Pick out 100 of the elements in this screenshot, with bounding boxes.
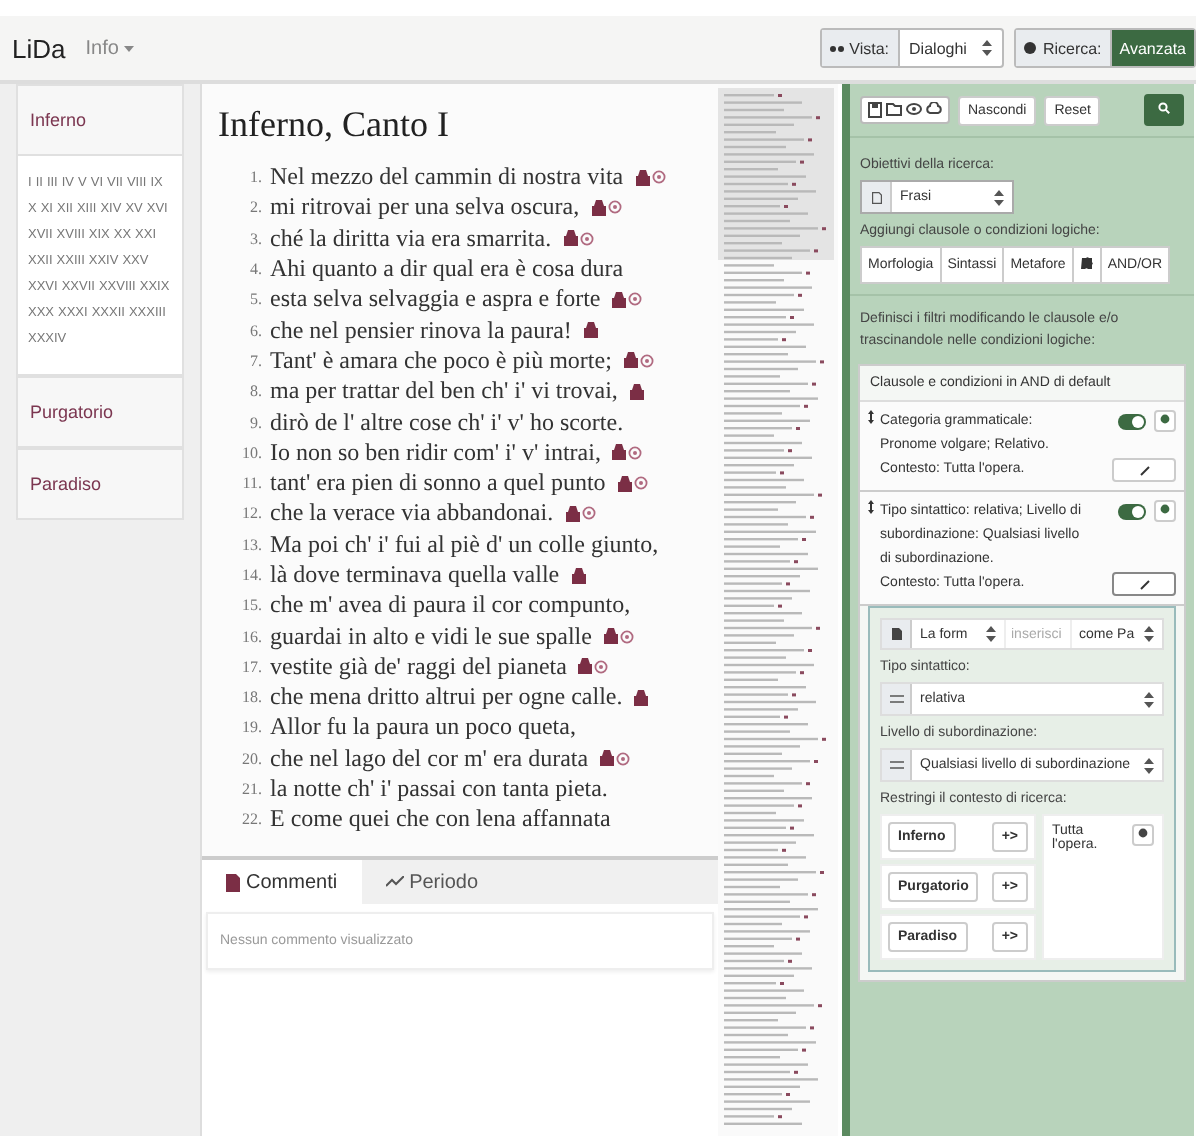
drag-handle-icon[interactable] [868, 410, 874, 424]
stamp-icon[interactable] [583, 322, 598, 339]
verse-number: 15. [240, 596, 262, 615]
verse-number: 20. [240, 749, 262, 768]
verse-number: 5. [248, 290, 262, 309]
stamp-icon[interactable] [603, 628, 618, 645]
select-arrows-icon [1144, 757, 1154, 773]
stamp-icon[interactable] [578, 658, 593, 675]
select-arrows-icon [985, 626, 995, 642]
remove-context-button[interactable] [1132, 824, 1154, 846]
puzzle-button[interactable] [1071, 246, 1102, 284]
verse-number: 1. [248, 168, 262, 187]
document-icon [871, 191, 881, 203]
caret-icon [124, 45, 135, 51]
stamp-icon[interactable] [617, 475, 632, 492]
verse-number: 21. [240, 780, 262, 799]
stamp-icon[interactable] [612, 444, 627, 461]
trend-icon [385, 876, 404, 888]
circle-icon[interactable] [651, 170, 666, 185]
panel-tab[interactable]: Periodo [361, 860, 503, 904]
verse-text: Tant' è amara che poco è più morte; [270, 345, 612, 376]
stamp-icon[interactable] [565, 505, 580, 522]
verse-text: ma per trattar del ben ch' i' vi trovai, [270, 376, 618, 407]
circle-icon[interactable] [616, 751, 631, 766]
circle-icon[interactable] [594, 659, 609, 674]
remove-icon [1138, 828, 1148, 838]
search-icon [1158, 102, 1170, 114]
pencil-icon [1139, 579, 1149, 589]
verse-number: 19. [240, 718, 262, 737]
verse-number: 9. [248, 413, 262, 432]
circle-icon[interactable] [607, 200, 622, 215]
verse-number: 16. [240, 627, 262, 646]
info-menu[interactable]: Info [85, 37, 135, 59]
stamp-icon[interactable] [612, 291, 627, 308]
panel-tab[interactable]: Commenti [202, 860, 362, 904]
verse-text: che m' avea di paura il cor compunto, [270, 590, 631, 621]
verse-text: ché la diritta via era smarrita. [270, 223, 552, 254]
verse-text: E come quei che con lena affannata [270, 804, 611, 835]
verse-number: 3. [248, 229, 262, 248]
verse-number: 10. [240, 443, 262, 462]
circle-icon[interactable] [628, 292, 643, 307]
circle-icon[interactable] [639, 353, 654, 368]
select-arrows-icon [1144, 691, 1154, 707]
verse-number: 6. [248, 321, 262, 340]
circle-icon[interactable] [579, 231, 594, 246]
folder-icon[interactable] [886, 102, 902, 116]
search-button[interactable] [1144, 94, 1184, 126]
verse-number: 13. [240, 535, 262, 554]
verse-text: Ma poi ch' i' fui al piè d' un colle giunto, [270, 529, 659, 560]
verse-text: là dove terminava quella valle [270, 560, 560, 590]
advanced-search-button[interactable]: Avanzata [1111, 30, 1194, 66]
sidebar-section-header[interactable]: Paradiso [18, 450, 182, 518]
remove-button[interactable] [1154, 500, 1176, 522]
search-mode-control[interactable]: Ricerca: Avanzata [1014, 28, 1196, 68]
stamp-icon[interactable] [571, 567, 586, 583]
circle-icon[interactable] [619, 629, 634, 644]
stamp-icon[interactable] [600, 750, 615, 767]
verse-number: 4. [248, 260, 262, 279]
select-arrows-icon [1144, 626, 1154, 642]
verse-text: esta selva selvaggia e aspra e forte [270, 284, 601, 315]
verse-text: che nel pensier rinova la paura! [270, 315, 572, 346]
verse-text: Ahi quanto a dir qual era è cosa dura [270, 254, 624, 285]
verse-text: che nel lago del cor m' era durata [270, 743, 589, 774]
verse-number: 2. [248, 198, 262, 217]
verse-text: tant' era pien di sonno a quel punto [270, 468, 606, 499]
verse-text: che la verace via abbandonai. [270, 498, 554, 529]
search-mode-label: Ricerca: [1016, 30, 1112, 66]
verse-text: Io non so ben ridir com' i' v' intrai, [270, 437, 601, 468]
remove-button[interactable] [1154, 410, 1176, 432]
verse-text: guardai in alto e vidi le sue spalle [270, 621, 592, 652]
verse-text: Allor fu la paura un poco queta, [270, 712, 576, 743]
verse-number: 14. [240, 566, 262, 584]
document-icon [226, 873, 240, 891]
verse-number: 8. [248, 382, 262, 401]
circle-icon[interactable] [633, 476, 648, 491]
verse-number: 11. [240, 474, 262, 493]
edit-button[interactable] [1112, 572, 1176, 596]
stamp-icon[interactable] [629, 383, 644, 400]
toggle-switch[interactable] [1118, 413, 1146, 429]
verse-number: 12. [240, 504, 262, 523]
verse-text: Nel mezzo del cammin di nostra vita [270, 162, 624, 193]
save-icon[interactable] [868, 102, 882, 118]
cloud-icon[interactable] [926, 102, 942, 116]
stamp-icon[interactable] [591, 199, 606, 216]
circle-icon [1024, 42, 1037, 54]
stamp-icon[interactable] [635, 169, 650, 186]
sidebar-section-header[interactable]: Purgatorio [18, 378, 182, 446]
document-icon [891, 628, 901, 640]
verse-text: mi ritrovai per una selva oscura, [270, 192, 580, 223]
circle-icon[interactable] [628, 445, 643, 460]
stamp-icon[interactable] [623, 352, 638, 369]
verse-text: che mena dritto altrui per ogne calle. [270, 682, 623, 713]
drag-handle-icon[interactable] [868, 500, 874, 514]
circle-icon[interactable] [581, 506, 596, 521]
canto-title: Inferno, Canto I [218, 104, 451, 146]
stamp-icon[interactable] [634, 689, 649, 706]
toggle-switch[interactable] [1118, 503, 1146, 519]
app-logo[interactable]: LiDa [12, 33, 66, 63]
stamp-icon[interactable] [563, 230, 578, 247]
eye-icon[interactable] [906, 102, 922, 116]
